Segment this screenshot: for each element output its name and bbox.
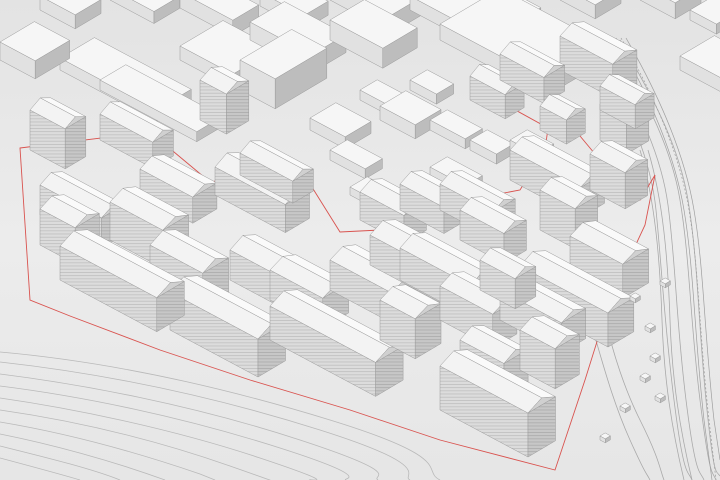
massing-model-image	[0, 0, 720, 480]
massing-model-scene	[0, 0, 720, 480]
building-block	[199, 66, 250, 135]
